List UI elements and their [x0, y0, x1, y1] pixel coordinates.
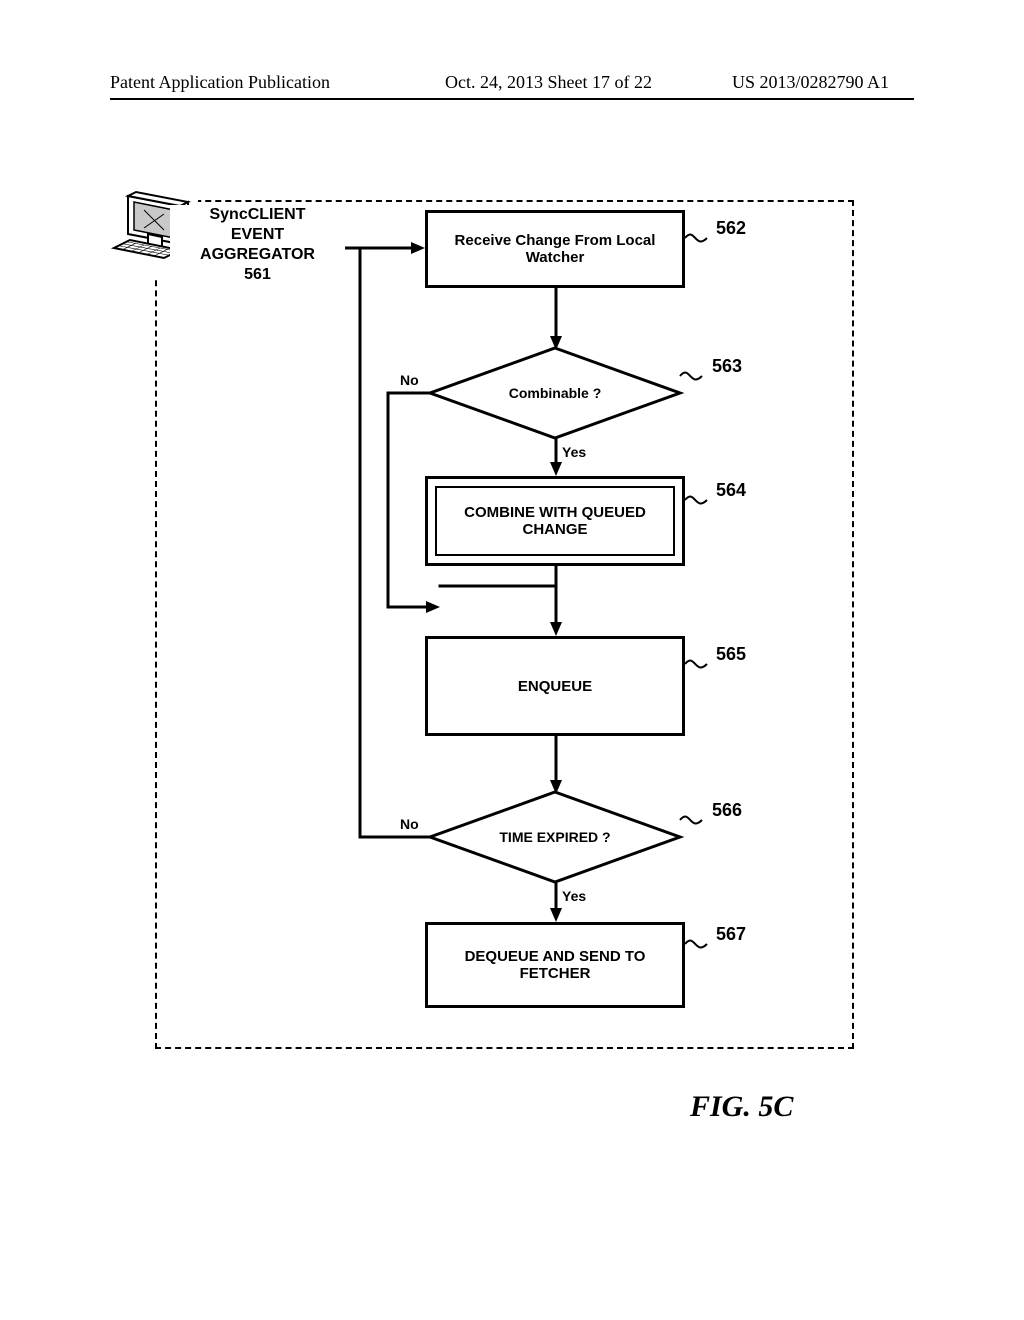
header-left: Patent Application Publication [110, 72, 330, 93]
step-564: COMBINE WITH QUEUED CHANGE [425, 476, 685, 566]
callout-566 [680, 806, 712, 834]
connector-no-merge [438, 605, 558, 611]
edge-566-yes: Yes [562, 888, 586, 904]
step-564-text: COMBINE WITH QUEUED CHANGE [436, 504, 674, 538]
callout-562 [685, 224, 717, 252]
decision-563-text: Combinable ? [430, 348, 680, 438]
arrow-564-565 [438, 566, 563, 626]
title-line-3: AGGREGATOR [170, 245, 345, 265]
ref-567: 567 [716, 924, 746, 945]
header-mid: Oct. 24, 2013 Sheet 17 of 22 [445, 72, 652, 93]
step-567-text: DEQUEUE AND SEND TO FETCHER [436, 948, 674, 982]
decision-566: TIME EXPIRED ? [430, 792, 680, 882]
page: Patent Application Publication Oct. 24, … [0, 0, 1024, 1320]
figure-label: FIG. 5C [690, 1090, 793, 1124]
step-565-text: ENQUEUE [518, 678, 592, 695]
callout-563 [680, 362, 712, 390]
decision-566-text: TIME EXPIRED ? [430, 792, 680, 882]
header-rule [110, 98, 914, 100]
step-562-text: Receive Change From Local Watcher [436, 232, 674, 266]
title-line-2: EVENT [170, 225, 345, 245]
arrow-565-566 [549, 736, 563, 794]
step-562: Receive Change From Local Watcher [425, 210, 685, 288]
decision-563: Combinable ? [430, 348, 680, 438]
callout-567 [685, 930, 717, 958]
arrow-563-564 [549, 438, 563, 476]
ref-563: 563 [712, 356, 742, 377]
callout-564 [685, 486, 717, 514]
callout-565 [685, 650, 717, 678]
aggregator-title: SyncCLIENT EVENT AGGREGATOR 561 [170, 205, 345, 285]
edge-563-yes: Yes [562, 444, 586, 460]
arrow-562-563 [549, 288, 563, 350]
arrow-566-no-loop [345, 246, 440, 846]
title-line-1: SyncCLIENT [170, 205, 345, 225]
title-line-4: 561 [170, 265, 345, 285]
header-right: US 2013/0282790 A1 [732, 72, 889, 93]
step-567: DEQUEUE AND SEND TO FETCHER [425, 922, 685, 1008]
ref-564: 564 [716, 480, 746, 501]
ref-566: 566 [712, 800, 742, 821]
arrow-566-567 [549, 882, 563, 922]
arrow-merge-565 [549, 586, 563, 636]
ref-562: 562 [716, 218, 746, 239]
ref-565: 565 [716, 644, 746, 665]
step-565: ENQUEUE [425, 636, 685, 736]
